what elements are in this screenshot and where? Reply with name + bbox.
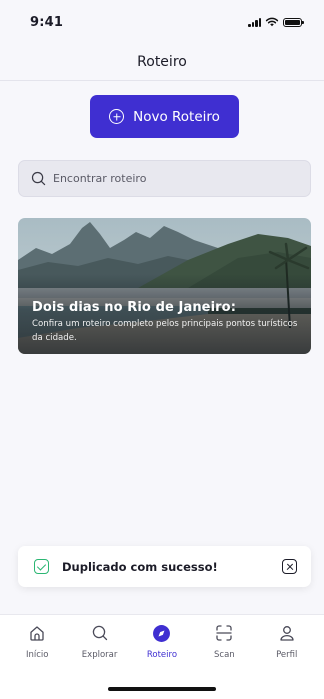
home-icon	[27, 623, 47, 643]
tab-perfil[interactable]: Perfil	[259, 623, 315, 660]
home-indicator	[108, 687, 216, 691]
toast-message: Duplicado com sucesso!	[62, 559, 218, 574]
search-input[interactable]	[53, 172, 283, 185]
tab-explorar[interactable]: Explorar	[72, 623, 128, 660]
route-card[interactable]: Dois dias no Rio de Janeiro: Confira um …	[18, 218, 311, 354]
battery-icon	[283, 17, 304, 27]
tab-label: Scan	[214, 650, 235, 660]
new-route-label: Novo Roteiro	[133, 108, 220, 125]
tab-scan[interactable]: Scan	[196, 623, 252, 660]
success-toast: Duplicado com sucesso!	[18, 546, 311, 587]
search-icon	[31, 171, 46, 186]
compass-icon	[152, 623, 172, 643]
tab-label: Roteiro	[146, 650, 178, 660]
app-screen: 9:41 Roteiro Novo Roteiro Encontrar rote…	[0, 0, 324, 699]
plus-circle-icon	[109, 109, 125, 124]
tab-inicio[interactable]: Início	[9, 623, 65, 660]
close-toast-button[interactable]	[282, 559, 297, 574]
search-bar[interactable]	[18, 160, 311, 197]
tab-roteiro[interactable]: Roteiro	[134, 623, 190, 660]
check-square-icon	[34, 559, 49, 574]
route-card-description: Confira um roteiro completo pelos princi…	[32, 319, 298, 343]
cellular-signal-icon	[248, 17, 261, 27]
new-route-button[interactable]: Novo Roteiro	[90, 95, 239, 138]
tab-label: Explorar	[81, 650, 118, 660]
scan-icon	[214, 623, 234, 643]
page-header: Roteiro	[0, 44, 324, 81]
page-title: Roteiro	[137, 54, 187, 70]
status-bar: 9:41	[0, 0, 324, 44]
system-icons	[248, 17, 304, 27]
search-icon	[90, 623, 110, 643]
tab-label: Início	[25, 650, 49, 660]
route-card-title: Dois dias no Rio de Janeiro:	[32, 300, 237, 315]
user-icon	[277, 623, 297, 643]
wifi-icon	[265, 17, 279, 27]
tab-label: Perfil	[276, 650, 298, 660]
status-time: 9:41	[30, 14, 64, 30]
